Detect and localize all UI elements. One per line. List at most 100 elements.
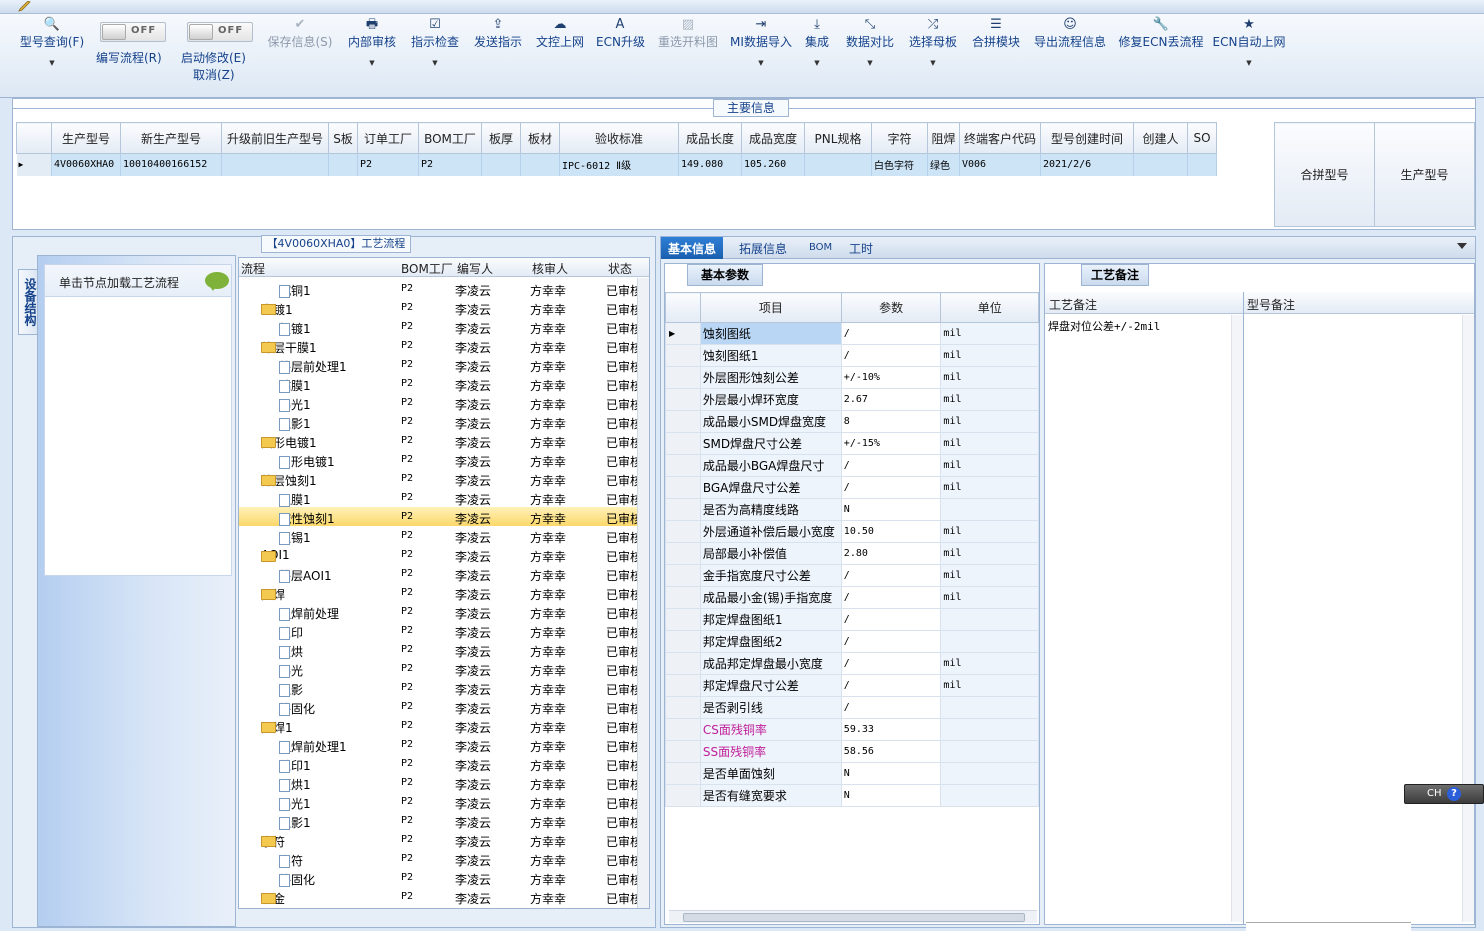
column-header[interactable]: 字符 xyxy=(871,122,928,154)
toolbar-button-1[interactable]: ✔ 保存信息(S) xyxy=(262,14,338,94)
param-value[interactable]: 2.80 xyxy=(840,542,942,565)
param-row[interactable]: 邦定焊盘尺寸公差 / mil xyxy=(665,674,1039,697)
tree-row[interactable]: 退膜1 P2 李凌云 方幸幸 已审核 xyxy=(239,488,642,507)
grid-cell[interactable]: 绿色 xyxy=(927,153,960,176)
tree-row[interactable]: 曝光1 P2 李凌云 方幸幸 已审核 xyxy=(239,792,642,811)
param-value[interactable]: +/-15% xyxy=(840,432,942,455)
tree-row[interactable]: 终固化 P2 李凌云 方幸幸 已审核 xyxy=(239,697,642,716)
tree-row[interactable]: 退锡1 P2 李凌云 方幸幸 已审核 xyxy=(239,526,642,545)
notes-splitter[interactable] xyxy=(1243,292,1244,924)
tree-vertical-scrollbar[interactable] xyxy=(637,278,649,908)
grid-cell[interactable] xyxy=(221,153,329,176)
param-value[interactable]: 2.67 xyxy=(840,388,942,411)
column-header[interactable]: 单位 xyxy=(940,292,1039,323)
tree-row[interactable]: -字符P2李凌云方幸幸已审核 xyxy=(239,830,642,849)
grid-cell[interactable] xyxy=(520,153,560,176)
tab-extended-info[interactable]: 拓展信息 xyxy=(739,240,787,257)
param-value[interactable]: / xyxy=(840,476,942,499)
column-header[interactable]: 创建人 xyxy=(1133,122,1188,154)
column-header[interactable]: 合拼型号 xyxy=(1274,122,1375,227)
toolbar-button-10[interactable]: ⤡ 数据对比 ▼ xyxy=(842,14,898,94)
process-notes-tab[interactable]: 工艺备注 xyxy=(1081,264,1149,286)
param-row[interactable]: 是否为高精度线路 N xyxy=(665,498,1039,521)
scroll-thumb[interactable] xyxy=(683,913,1025,922)
param-row[interactable]: SMD焊盘尺寸公差 +/-15% mil xyxy=(665,432,1039,455)
param-value[interactable]: N xyxy=(840,762,942,785)
tree-row[interactable]: 阻焊前处理1 P2 李凌云 方幸幸 已审核 xyxy=(239,735,642,754)
param-row[interactable]: ▶ 蚀刻图纸 / mil xyxy=(665,322,1039,345)
params-horizontal-scrollbar[interactable] xyxy=(669,910,1037,923)
param-row[interactable]: 成品最小SMD焊盘宽度 8 mil xyxy=(665,410,1039,433)
note-scrollbar[interactable] xyxy=(1231,315,1243,922)
column-header[interactable]: 板材 xyxy=(520,122,560,154)
column-header[interactable]: 参数 xyxy=(840,292,942,323)
column-header[interactable]: 生产型号 xyxy=(1374,122,1475,227)
tree-row[interactable]: 贴膜1 P2 李凌云 方幸幸 已审核 xyxy=(239,374,642,393)
tree-row[interactable]: 预烘1 P2 李凌云 方幸幸 已审核 xyxy=(239,773,642,792)
grid-cell[interactable] xyxy=(328,153,358,176)
param-row[interactable]: 外层最小焊环宽度 2.67 mil xyxy=(665,388,1039,411)
tab-basic-info[interactable]: 基本信息 xyxy=(661,237,724,259)
grid-cell[interactable]: 10010400166152 xyxy=(120,153,222,176)
ime-toolbar[interactable]: CH ? xyxy=(1404,784,1484,804)
param-row[interactable]: 局部最小补偿值 2.80 mil xyxy=(665,542,1039,565)
column-header[interactable]: 项目 xyxy=(699,292,842,323)
tree-row[interactable]: 外层前处理1 P2 李凌云 方幸幸 已审核 xyxy=(239,355,642,374)
tree-row[interactable]: 图形电镀1 P2 李凌云 方幸幸 已审核 xyxy=(239,450,642,469)
chevron-down-icon[interactable]: ▼ xyxy=(407,58,463,68)
grid-cell[interactable]: 白色字符 xyxy=(871,153,928,176)
param-row[interactable]: 外层图形蚀刻公差 +/-10% mil xyxy=(665,366,1039,389)
tree-row[interactable]: 碱性蚀刻1 P2 李凌云 方幸幸 已审核 xyxy=(239,507,642,526)
param-row[interactable]: 邦定焊盘图纸1/ xyxy=(665,608,1039,631)
toolbar-button-15[interactable]: ★ ECN自动上网 ▼ xyxy=(1212,14,1286,94)
param-value[interactable]: / xyxy=(840,454,942,477)
tabs-dropdown-icon[interactable] xyxy=(1457,243,1467,249)
tree-row[interactable]: 阻焊前处理 P2 李凌云 方幸幸 已审核 xyxy=(239,602,642,621)
tree-row[interactable]: 终固化 P2 李凌云 方幸幸 已审核 xyxy=(239,868,642,887)
toolbar-button-9[interactable]: ⤓ 集成 ▼ xyxy=(801,14,833,94)
write-flow-label[interactable]: 编写流程(R) xyxy=(96,49,162,66)
param-value[interactable]: +/-10% xyxy=(840,366,942,389)
param-row[interactable]: CS面残铜率 59.33 xyxy=(665,718,1039,741)
tree-row[interactable]: -阻焊1P2李凌云方幸幸已审核 xyxy=(239,716,642,735)
tree-row[interactable]: -AOI1P2李凌云方幸幸已审核 xyxy=(239,545,642,564)
toolbar-button-11[interactable]: ⤮ 选择母板 ▼ xyxy=(905,14,961,94)
param-value[interactable]: / xyxy=(840,344,942,367)
param-row[interactable]: 金手指宽度尺寸公差 / mil xyxy=(665,564,1039,587)
column-header[interactable]: 新生产型号 xyxy=(120,122,222,154)
model-note-scrollbar[interactable] xyxy=(1462,315,1474,922)
tree-row[interactable]: 显影 P2 李凌云 方幸幸 已审核 xyxy=(239,678,642,697)
column-header[interactable]: 终端客户代码 xyxy=(959,122,1041,154)
tab-work-hours[interactable]: 工时 xyxy=(849,240,873,257)
toolbar-button-13[interactable]: ☺ 导出流程信息 xyxy=(1030,14,1110,94)
chevron-down-icon[interactable]: ▼ xyxy=(344,58,400,68)
param-row[interactable]: 是否单面蚀刻 N xyxy=(665,762,1039,785)
tree-row[interactable]: 字符 P2 李凌云 方幸幸 已审核 xyxy=(239,849,642,868)
tree-row[interactable]: 板镀1 P2 李凌云 方幸幸 已审核 xyxy=(239,317,642,336)
write-flow-toggle[interactable]: OFF xyxy=(100,22,166,42)
column-header[interactable]: S板 xyxy=(328,122,358,154)
param-value[interactable]: / xyxy=(840,696,942,719)
param-value[interactable]: / xyxy=(840,630,942,653)
chevron-down-icon[interactable]: ▼ xyxy=(842,58,898,68)
chevron-down-icon[interactable]: ▼ xyxy=(728,58,794,68)
grid-cell[interactable]: P2 xyxy=(418,153,482,176)
basic-params-tab[interactable]: 基本参数 xyxy=(687,264,763,286)
param-value[interactable]: / xyxy=(840,322,942,345)
start-edit-toggle[interactable]: OFF xyxy=(187,22,253,42)
grid-cell[interactable]: IPC-6012 Ⅱ级 xyxy=(559,153,679,176)
main-grid-row[interactable]: ▶ 4V0060XHA0 10010400166152 P2 P2 IPC-6012 Ⅱ级… xyxy=(16,153,1217,176)
tree-row[interactable]: 外层AOI1 P2 李凌云 方幸幸 已审核 xyxy=(239,564,642,583)
column-header[interactable]: 型号创建时间 xyxy=(1040,122,1134,154)
tree-row[interactable]: -沉金P2李凌云方幸幸已审核 xyxy=(239,887,642,906)
param-value[interactable]: 58.56 xyxy=(840,740,942,763)
column-header[interactable]: 成品长度 xyxy=(678,122,742,154)
toolbar-button-3[interactable]: ☑ 指示检查 ▼ xyxy=(407,14,463,94)
param-row[interactable]: 蚀刻图纸1/mil xyxy=(665,344,1039,367)
ime-language[interactable]: CH xyxy=(1427,788,1442,799)
toolbar-button-0[interactable]: 🔍 型号查询(F) ▼ xyxy=(16,14,88,94)
tree-row[interactable]: 预烘 P2 李凌云 方幸幸 已审核 xyxy=(239,640,642,659)
tree-column-header[interactable]: 核审人 xyxy=(532,260,568,277)
tree-row[interactable]: 丝印 P2 李凌云 方幸幸 已审核 xyxy=(239,621,642,640)
column-header[interactable]: BOM工厂 xyxy=(418,122,482,154)
